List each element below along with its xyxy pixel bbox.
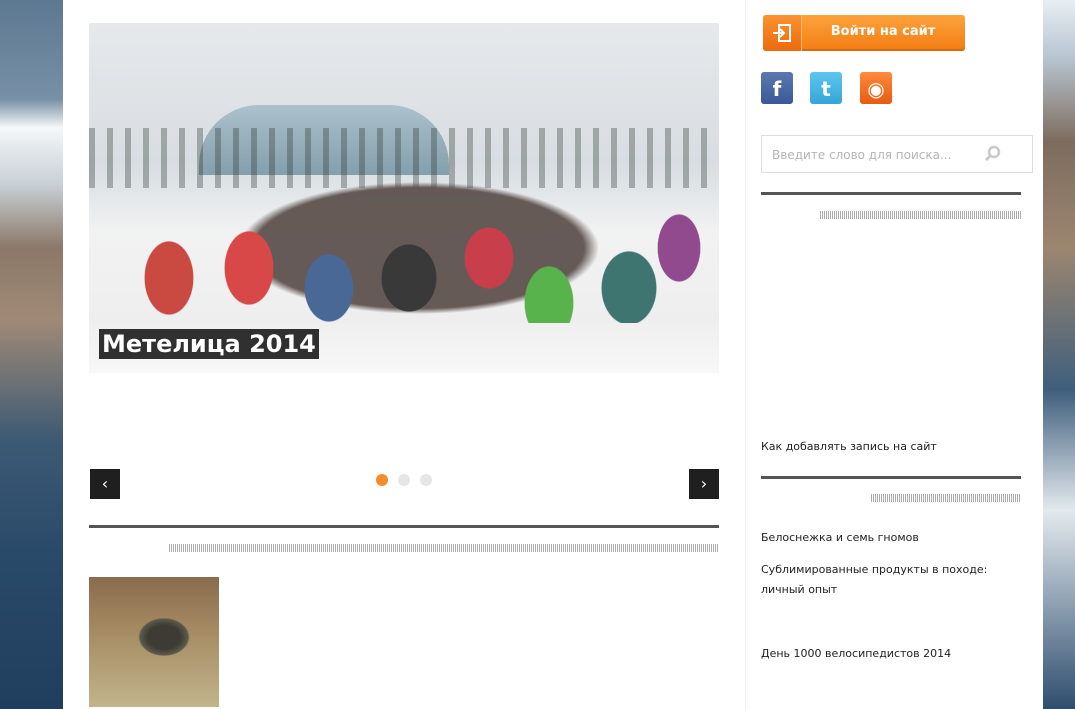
sidebar-widget-divider-2 — [761, 476, 1021, 479]
sidebar-link[interactable]: Белоснежка и семь гномов — [761, 528, 919, 548]
sidebar-link[interactable]: Сублимированные продукты в походе: — [761, 560, 987, 580]
sidebar-link[interactable]: День 1000 велосипедистов 2014 — [761, 644, 951, 664]
post-thumbnail[interactable] — [89, 577, 219, 707]
rss-link[interactable]: ◉ — [860, 72, 892, 104]
twitter-icon: t — [821, 77, 831, 101]
section-heading-dots — [169, 544, 719, 552]
search-input[interactable] — [770, 144, 984, 166]
section-divider — [89, 525, 719, 528]
background-right-mountains — [1043, 0, 1075, 709]
login-button-label: Войти на сайт — [830, 24, 936, 39]
login-button[interactable]: Войти на сайт — [763, 15, 965, 51]
chevron-left-icon: ‹ — [101, 474, 109, 493]
page-content: Метелица 2014 ‹ › Войти на сайт f t ◉ Вв… — [63, 0, 1043, 709]
slider-prev-button[interactable]: ‹ — [90, 469, 120, 499]
featured-slider[interactable]: Метелица 2014 — [89, 23, 719, 373]
sidebar-widget-heading-dots-2 — [871, 494, 1021, 502]
sidebar-widget-heading-dots-1 — [820, 211, 1021, 219]
slider-next-button[interactable]: › — [689, 469, 719, 499]
search-form — [761, 135, 1033, 173]
slider-dot-2[interactable] — [398, 474, 410, 486]
rss-icon: ◉ — [867, 77, 885, 101]
slide-caption[interactable]: Метелица 2014 — [99, 329, 319, 359]
sidebar-link[interactable]: Как добавлять запись на сайт — [761, 437, 937, 457]
slider-dot-3[interactable] — [420, 474, 432, 486]
search-icon[interactable] — [984, 145, 1002, 163]
login-icon — [763, 15, 802, 51]
slider-pagination — [376, 474, 432, 486]
background-left-mountains — [0, 0, 63, 709]
slider-dot-1[interactable] — [376, 474, 388, 486]
facebook-icon: f — [772, 77, 782, 101]
chevron-right-icon: › — [700, 474, 708, 493]
sidebar-widget-divider-1 — [761, 192, 1021, 195]
facebook-link[interactable]: f — [761, 72, 793, 104]
twitter-link[interactable]: t — [810, 72, 842, 104]
sidebar-divider — [745, 0, 746, 709]
sidebar-link[interactable]: личный опыт — [761, 580, 837, 600]
